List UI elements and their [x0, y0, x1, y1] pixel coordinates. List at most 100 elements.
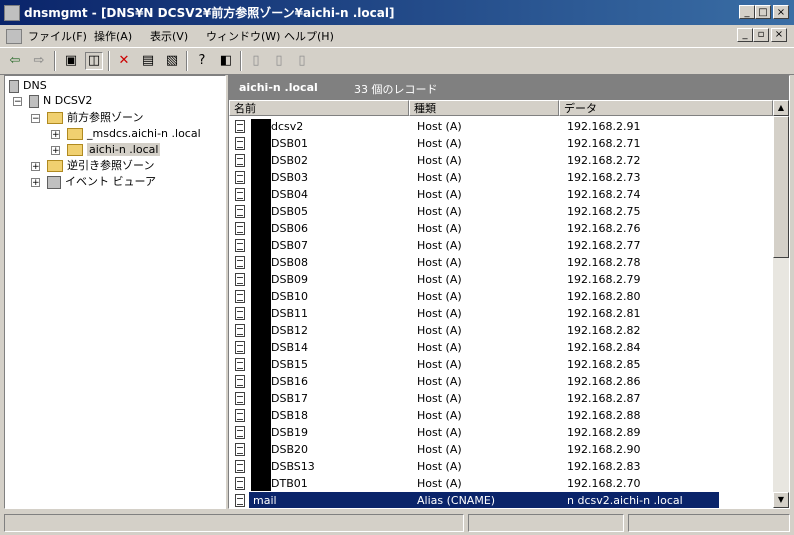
- table-row[interactable]: DSB03 Host (A) 192.168.2.73: [231, 169, 775, 186]
- cell-type: Host (A): [417, 375, 462, 388]
- tree-node-dns[interactable]: DNS: [9, 78, 47, 94]
- scroll-thumb[interactable]: [773, 116, 789, 258]
- child-close-button[interactable]: ×: [771, 28, 787, 42]
- record-icon: [235, 358, 245, 371]
- menu-view[interactable]: 表示(V): [150, 28, 188, 44]
- minimize-button[interactable]: _: [739, 5, 755, 19]
- properties-icon[interactable]: ▤: [139, 52, 157, 70]
- table-row[interactable]: DSB16 Host (A) 192.168.2.86: [231, 373, 775, 390]
- cell-name: DTB01: [271, 477, 308, 490]
- new-alias-icon[interactable]: ▯: [270, 52, 288, 70]
- table-row[interactable]: DSBS13 Host (A) 192.168.2.83: [231, 458, 775, 475]
- new-mx-icon[interactable]: ▯: [293, 52, 311, 70]
- up-folder-icon[interactable]: ▣: [62, 52, 80, 70]
- menu-bar: ファイル(F) 操作(A) 表示(V) ウィンドウ(W) ヘルプ(H): [0, 25, 794, 46]
- console-icon[interactable]: ◧: [217, 52, 235, 70]
- table-row[interactable]: DSB04 Host (A) 192.168.2.74: [231, 186, 775, 203]
- cell-name: DSB19: [271, 426, 308, 439]
- cell-type: Host (A): [417, 443, 462, 456]
- column-header-data[interactable]: データ: [559, 100, 773, 116]
- record-icon: [235, 154, 245, 167]
- table-row[interactable]: DSB09 Host (A) 192.168.2.79: [231, 271, 775, 288]
- tree-node-reverse-zone[interactable]: 逆引き参照ゾーン: [47, 158, 154, 174]
- table-row-selected[interactable]: mail Alias (CNAME) n dcsv2.aichi-n .local: [231, 492, 775, 508]
- table-row[interactable]: DSB01 Host (A) 192.168.2.71: [231, 135, 775, 152]
- expand-icon[interactable]: +: [51, 146, 60, 156]
- table-row[interactable]: dcsv2 Host (A) 192.168.2.91: [231, 118, 775, 135]
- menu-help[interactable]: ヘルプ(H): [284, 28, 334, 44]
- menu-action[interactable]: 操作(A): [94, 28, 132, 44]
- status-panel-2: [468, 514, 624, 532]
- table-row[interactable]: DSB19 Host (A) 192.168.2.89: [231, 424, 775, 441]
- table-row[interactable]: DSB14 Host (A) 192.168.2.84: [231, 339, 775, 356]
- close-button[interactable]: ×: [773, 5, 789, 19]
- dns-app-icon[interactable]: [4, 5, 20, 21]
- cell-data: 192.168.2.73: [567, 171, 641, 184]
- cell-type: Host (A): [417, 358, 462, 371]
- cell-data: 192.168.2.79: [567, 273, 641, 286]
- child-minimize-button[interactable]: _: [737, 28, 753, 42]
- table-row[interactable]: DTB01 Host (A) 192.168.2.70: [231, 475, 775, 492]
- cell-name: DSB20: [271, 443, 308, 456]
- zone-icon: [67, 128, 83, 140]
- dns-icon: [9, 79, 19, 93]
- table-row[interactable]: DSB10 Host (A) 192.168.2.80: [231, 288, 775, 305]
- cell-name: DSB18: [271, 409, 308, 422]
- expand-icon[interactable]: +: [51, 130, 60, 140]
- show-tree-icon[interactable]: ◫: [85, 52, 103, 70]
- record-icon: [235, 137, 245, 150]
- menu-window[interactable]: ウィンドウ(W): [206, 28, 280, 44]
- cell-type: Host (A): [417, 324, 462, 337]
- table-row[interactable]: DSB20 Host (A) 192.168.2.90: [231, 441, 775, 458]
- tree-node-forward-zone[interactable]: 前方参照ゾーン: [47, 110, 143, 126]
- record-icon: [235, 290, 245, 303]
- collapse-icon[interactable]: −: [31, 114, 40, 124]
- expand-icon[interactable]: +: [31, 178, 40, 188]
- cell-data: 192.168.2.76: [567, 222, 641, 235]
- table-row[interactable]: DSB05 Host (A) 192.168.2.75: [231, 203, 775, 220]
- record-icon: [235, 324, 245, 337]
- table-row[interactable]: DSB06 Host (A) 192.168.2.76: [231, 220, 775, 237]
- tree-node-event-viewer[interactable]: イベント ビューア: [47, 174, 156, 190]
- vertical-scrollbar[interactable]: ▲ ▼: [773, 100, 789, 508]
- tree-node-msdcs[interactable]: _msdcs.aichi-n .local: [67, 126, 201, 142]
- new-host-icon[interactable]: ▯: [247, 52, 265, 70]
- forward-icon[interactable]: ⇨: [30, 52, 48, 70]
- cell-name: DSB03: [271, 171, 308, 184]
- table-row[interactable]: DSB07 Host (A) 192.168.2.77: [231, 237, 775, 254]
- records-pane: aichi-n .local 33 個のレコード 名前 種類 データ dcsv2…: [228, 75, 790, 509]
- maximize-button[interactable]: □: [755, 5, 771, 19]
- record-icon: [235, 222, 245, 235]
- table-row[interactable]: DSB11 Host (A) 192.168.2.81: [231, 305, 775, 322]
- table-row[interactable]: DSB12 Host (A) 192.168.2.82: [231, 322, 775, 339]
- scroll-down-button[interactable]: ▼: [773, 492, 789, 508]
- dns-console-icon[interactable]: [6, 29, 22, 44]
- table-row[interactable]: DSB17 Host (A) 192.168.2.87: [231, 390, 775, 407]
- back-icon[interactable]: ⇦: [6, 52, 24, 70]
- tree-node-server[interactable]: N DCSV2: [29, 93, 92, 109]
- record-icon: [235, 120, 245, 133]
- delete-icon[interactable]: ✕: [115, 52, 133, 70]
- record-icon: [235, 256, 245, 269]
- cell-name: DSB08: [271, 256, 308, 269]
- help-icon[interactable]: ?: [193, 52, 211, 70]
- table-row[interactable]: DSB08 Host (A) 192.168.2.78: [231, 254, 775, 271]
- menu-file[interactable]: ファイル(F): [28, 28, 87, 44]
- column-header-name[interactable]: 名前: [229, 100, 409, 116]
- expand-icon[interactable]: +: [31, 162, 40, 172]
- table-row[interactable]: DSB18 Host (A) 192.168.2.88: [231, 407, 775, 424]
- toolbar-separator: [240, 51, 242, 71]
- tree-label: 前方参照ゾーン: [67, 111, 144, 124]
- export-icon[interactable]: ▧: [163, 52, 181, 70]
- zone-icon: [67, 144, 83, 156]
- table-row[interactable]: DSB02 Host (A) 192.168.2.72: [231, 152, 775, 169]
- tree-node-zone-selected[interactable]: aichi-n .local: [67, 142, 161, 158]
- scroll-up-button[interactable]: ▲: [773, 100, 789, 116]
- column-header-type[interactable]: 種類: [409, 100, 559, 116]
- collapse-icon[interactable]: −: [13, 97, 22, 107]
- cell-type: Host (A): [417, 426, 462, 439]
- toolbar: ⇦ ⇨ ▣ ◫ ✕ ▤ ▧ ? ◧ ▯ ▯ ▯: [0, 47, 794, 75]
- child-restore-button[interactable]: ▫: [753, 28, 769, 42]
- table-row[interactable]: DSB15 Host (A) 192.168.2.85: [231, 356, 775, 373]
- cell-type: Host (A): [417, 120, 462, 133]
